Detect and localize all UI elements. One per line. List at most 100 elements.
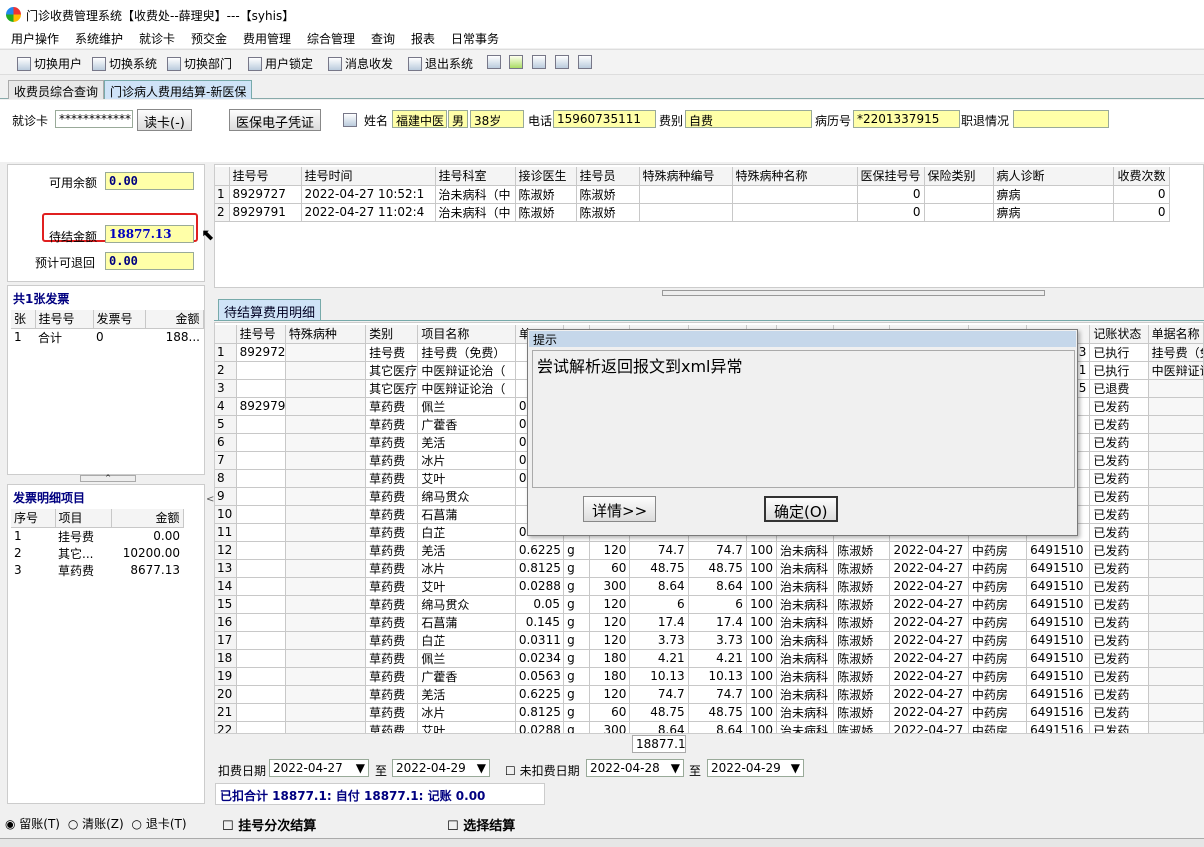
record-field[interactable]: *2201337915 — [853, 110, 960, 128]
detail-col-header[interactable]: 挂号号 — [236, 325, 286, 344]
reg-col-header[interactable]: 保险类别 — [924, 167, 994, 186]
fee-cell: 已发药 — [1089, 649, 1149, 668]
reg-col-header[interactable]: 挂号科室 — [435, 167, 516, 186]
detail-row[interactable]: 2 其它... 10200.00 — [11, 545, 183, 562]
edit-tool-button[interactable] — [487, 55, 504, 69]
phone-field[interactable]: 15960735111 — [553, 110, 656, 128]
tab-settlement[interactable]: 门诊病人费用结算-新医保 — [104, 80, 253, 99]
select-settlement-checkbox[interactable]: ☐ 选择结算 — [447, 815, 515, 834]
fee-row[interactable]: 19 草药费 广藿香 0.0563 g 180 10.13 10.13 100 治未病科 陈淑娇 20… — [215, 667, 1203, 686]
row-number: 2 — [215, 361, 237, 380]
ok-button[interactable]: 确定(O) — [764, 496, 838, 522]
switch-system-button[interactable]: 切换系统 — [92, 55, 157, 72]
menu-fee-manage[interactable]: 费用管理 — [243, 30, 291, 47]
fee-row[interactable]: 18 草药费 佩兰 0.0234 g 180 4.21 4.21 100 治未病科 陈淑娇 2022-… — [215, 649, 1203, 668]
reg-col-header[interactable]: 挂号时间 — [301, 167, 436, 186]
age-field[interactable]: 38岁 — [470, 110, 524, 128]
reg-col-header[interactable]: 挂号员 — [576, 167, 640, 186]
reg-splitter[interactable] — [662, 290, 1045, 296]
checkbox-tool-button[interactable] — [532, 55, 549, 69]
menu-system[interactable]: 系统维护 — [75, 30, 123, 47]
fee-row[interactable]: 16 草药费 石菖蒲 0.145 g 120 17.4 17.4 100 治未病科 陈淑娇 2022-… — [215, 613, 1203, 632]
gender-field[interactable]: 男 — [448, 110, 468, 128]
detail-col-header[interactable]: 类别 — [365, 325, 419, 344]
fee-row[interactable]: 12 草药费 羌活 0.6225 g 120 74.7 74.7 100 治未病科 陈淑娇 2022-… — [215, 541, 1203, 560]
fee-row[interactable]: 13 草药费 冰片 0.8125 g 60 48.75 48.75 100 治未病科 陈淑娇 2022… — [215, 559, 1203, 578]
return-card-radio[interactable]: ○ 退卡(T) — [132, 817, 187, 831]
fee-row[interactable]: 20 草药费 羌活 0.6225 g 120 74.7 74.7 100 治未病科 陈淑娇 2022-… — [215, 685, 1203, 704]
undeducted-checkbox[interactable]: ☐ 未扣费日期 — [505, 762, 580, 779]
undeduct-from-select[interactable]: 2022-04-28 ▼ — [586, 759, 684, 777]
read-card-button[interactable]: 读卡(-) — [137, 109, 192, 131]
invoice-col: 发票号 — [93, 310, 146, 329]
title-bar: 门诊收费管理系统【收费处--薛理臾】---【syhis】 — [0, 0, 1204, 30]
tab-pending-detail[interactable]: 待结算费用明细 — [218, 299, 322, 321]
left-collapse-arrow[interactable]: < — [206, 400, 214, 600]
reg-col-header[interactable]: 医保挂号号 — [857, 167, 925, 186]
fee-type-field[interactable]: 自费 — [685, 110, 812, 128]
fee-cell: 中医辩证论 — [1148, 361, 1203, 380]
fee-row[interactable]: 14 草药费 艾叶 0.0288 g 300 8.64 8.64 100 治未病科 陈淑娇 2022-… — [215, 577, 1203, 596]
deduct-from-select[interactable]: 2022-04-27 ▼ — [269, 759, 369, 777]
tab-cashier-query[interactable]: 收费员综合查询 — [8, 80, 105, 99]
table-tool-button[interactable] — [555, 55, 572, 69]
keep-account-radio[interactable]: ◉ 留账(T) — [5, 817, 60, 831]
menu-card[interactable]: 就诊卡 — [139, 30, 175, 47]
detail-row[interactable]: 3 草药费 8677.13 — [11, 562, 183, 579]
switch-user-button[interactable]: 切换用户 — [17, 55, 82, 72]
invoice-row[interactable]: 1 合计 0 188... — [11, 328, 203, 346]
switch-dept-button[interactable]: 切换部门 — [167, 55, 232, 72]
split-settlement-checkbox[interactable]: ☐ 挂号分次结算 — [222, 815, 316, 834]
fee-cell — [285, 595, 367, 614]
splitter-handle[interactable]: ^ — [80, 475, 136, 482]
detail-row[interactable]: 1 挂号费 0.00 — [11, 527, 183, 545]
fee-cell: 2022-04-27 — [889, 667, 969, 686]
fee-row[interactable]: 17 草药费 白芷 0.0311 g 120 3.73 3.73 100 治未病科 陈淑娇 2022-… — [215, 631, 1203, 650]
reg-cell — [924, 185, 994, 204]
reg-col-header[interactable]: 收费次数 — [1113, 167, 1170, 186]
clear-account-radio[interactable]: ○ 清账(Z) — [68, 817, 124, 831]
menu-query[interactable]: 查询 — [371, 30, 395, 47]
reg-col-header[interactable]: 病人诊断 — [993, 167, 1114, 186]
exit-button[interactable]: 退出系统 — [408, 55, 473, 72]
menu-report[interactable]: 报表 — [411, 30, 435, 47]
brush-icon[interactable] — [343, 113, 357, 127]
menu-prepay[interactable]: 预交金 — [191, 30, 227, 47]
detail-col-header[interactable] — [215, 325, 237, 344]
tool-button-2[interactable] — [509, 55, 526, 69]
reg-row[interactable]: 2 8929791 2022-04-27 11:02:4 治未病科（中 陈淑娇 陈淑娇 0 痹… — [215, 203, 1170, 222]
detail-col-header[interactable]: 特殊病种 — [285, 325, 367, 344]
form-tool-button[interactable] — [578, 55, 595, 69]
details-button[interactable]: 详情>> — [583, 496, 657, 522]
detail-col-header[interactable]: 单据名称 — [1148, 325, 1203, 344]
fee-cell — [236, 379, 286, 398]
reg-col-header[interactable]: 挂号号 — [229, 167, 302, 186]
fee-cell: 草药费 — [365, 577, 419, 596]
detail-col-header[interactable]: 记账状态 — [1089, 325, 1149, 344]
card-input[interactable]: ************ — [55, 110, 133, 128]
menu-user-ops[interactable]: 用户操作 — [11, 30, 59, 47]
reg-row[interactable]: 1 8929727 2022-04-27 10:52:1 治未病科（中 陈淑娇 陈淑娇 0 痹… — [215, 185, 1170, 204]
menu-daily[interactable]: 日常事务 — [451, 30, 499, 47]
status-bar — [0, 838, 1204, 847]
fee-row[interactable]: 22 草药费 艾叶 0.0288 g 300 8.64 8.64 100 治未病科 陈淑娇 2022-… — [215, 721, 1203, 733]
messages-button[interactable]: 消息收发 — [328, 55, 393, 72]
undeduct-to-select[interactable]: 2022-04-29 ▼ — [707, 759, 804, 777]
deduct-to-select[interactable]: 2022-04-29 ▼ — [392, 759, 490, 777]
fee-cell: 治未病科 — [776, 667, 835, 686]
detail-col-header[interactable]: 项目名称 — [417, 325, 516, 344]
reg-col-header[interactable]: 接诊医生 — [515, 167, 577, 186]
fee-row[interactable]: 21 草药费 冰片 0.8125 g 60 48.75 48.75 100 治未病科 陈淑娇 2022… — [215, 703, 1203, 722]
user-lock-button[interactable]: 用户锁定 — [248, 55, 313, 72]
fee-cell: 100 — [746, 649, 777, 668]
fee-cell — [285, 685, 367, 704]
fee-cell: 其它医疗 — [365, 361, 419, 380]
fee-row[interactable]: 15 草药费 绵马贯众 0.05 g 120 6 6 100 治未病科 陈淑娇 2022-04-27 中… — [215, 595, 1203, 614]
reg-col-header[interactable]: 特殊病种名称 — [732, 167, 858, 186]
menu-general[interactable]: 综合管理 — [307, 30, 355, 47]
medical-voucher-button[interactable]: 医保电子凭证 — [229, 109, 322, 131]
reg-col-header[interactable]: 特殊病种编号 — [639, 167, 733, 186]
name-field[interactable]: 福建中医 — [392, 110, 447, 128]
reg-cell: 治未病科（中 — [435, 203, 516, 222]
refund-status-field[interactable] — [1013, 110, 1109, 128]
